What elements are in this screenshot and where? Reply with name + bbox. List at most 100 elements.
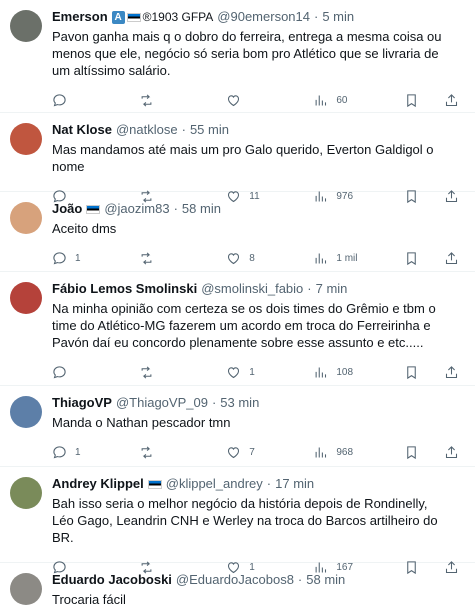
flag-estonia-icon [86, 204, 101, 214]
tweet[interactable]: Andrey Klippel @klippel_andrey · 17 min … [0, 467, 475, 574]
timestamp[interactable]: 5 min [322, 8, 354, 26]
timestamp[interactable]: 53 min [220, 394, 259, 412]
avatar[interactable] [10, 477, 42, 509]
retweet-button[interactable] [139, 93, 226, 108]
share-icon [446, 93, 458, 106]
tweet-text: Bah isso seria o melhor negócio da histó… [52, 496, 438, 545]
tweet-text: Pavon ganha mais q o dobro do ferreira, … [52, 29, 442, 78]
timestamp[interactable]: 58 min [306, 571, 345, 589]
reply-button[interactable]: 1 [52, 251, 139, 266]
views-chart-icon [315, 253, 327, 263]
display-name[interactable]: Emerson [52, 8, 108, 26]
views-chart-icon [315, 447, 327, 457]
bookmark-button[interactable] [404, 93, 444, 108]
tweet[interactable]: Fábio Lemos Smolinski @smolinski_fabio ·… [0, 272, 475, 386]
bookmark-button[interactable] [404, 251, 444, 266]
handle[interactable]: @90emerson14 [217, 8, 310, 26]
separator-dot: · [266, 476, 272, 491]
retweet-icon [141, 365, 152, 379]
handle[interactable]: @EduardoJacobos8 [176, 571, 294, 589]
avatar[interactable] [10, 396, 42, 428]
flag-estonia-icon [147, 479, 162, 489]
action-bar: 60 [52, 83, 463, 117]
separator-dot: · [181, 122, 186, 137]
bookmark-icon [407, 251, 417, 265]
display-name[interactable]: Eduardo Jacoboski [52, 571, 172, 589]
handle[interactable]: @klippel_andrey [166, 475, 263, 493]
name-badges: A ®1903 GFPA [111, 8, 214, 26]
retweet-button[interactable] [139, 445, 226, 460]
display-name[interactable]: ThiagoVP [52, 394, 112, 412]
views-chart-icon [315, 367, 327, 377]
retweet-icon [141, 445, 152, 459]
tweet[interactable]: ThiagoVP @ThiagoVP_09 · 53 min Manda o N… [0, 386, 475, 467]
tweet-text: Aceito dms [52, 221, 117, 236]
handle[interactable]: @ThiagoVP_09 [116, 394, 208, 412]
heart-icon [228, 94, 240, 106]
avatar[interactable] [10, 282, 42, 314]
retweet-button[interactable] [139, 365, 226, 380]
display-name[interactable]: Andrey Klippel [52, 475, 144, 493]
avatar[interactable] [10, 573, 42, 605]
handle[interactable]: @smolinski_fabio [201, 280, 303, 298]
share-icon [446, 251, 458, 264]
avatar[interactable] [10, 123, 42, 155]
tweet-text: Na minha opinião com certeza se os dois … [52, 301, 436, 350]
separator-dot: · [173, 201, 178, 216]
display-name[interactable]: João [52, 200, 82, 218]
like-button[interactable]: 7 [226, 445, 313, 460]
views-button[interactable]: 968 [313, 445, 404, 460]
name-badges [86, 204, 101, 214]
bookmark-icon [407, 365, 417, 379]
views-chart-icon [315, 95, 327, 105]
share-button[interactable] [444, 365, 463, 380]
share-button[interactable] [444, 445, 463, 460]
bookmark-button[interactable] [404, 365, 444, 380]
tweet[interactable]: João @jaozim83 · 58 min Aceito dms 1 8 1… [0, 192, 475, 272]
share-button[interactable] [444, 251, 463, 266]
bookmark-icon [407, 445, 417, 459]
reply-button[interactable]: 1 [52, 445, 139, 460]
timestamp[interactable]: 17 min [275, 475, 314, 493]
reply-button[interactable] [52, 93, 139, 108]
like-button[interactable] [226, 93, 313, 108]
name-badges [147, 479, 162, 489]
flag-estonia-icon [126, 12, 141, 22]
separator-dot: · [307, 281, 312, 296]
tweet-text: Mas mandamos até mais um pro Galo querid… [52, 142, 434, 174]
reply-icon [53, 93, 66, 106]
display-name[interactable]: Nat Klose [52, 121, 112, 139]
badge-text: ®1903 GFPA [142, 10, 214, 24]
like-button[interactable]: 1 [226, 365, 313, 380]
display-name[interactable]: Fábio Lemos Smolinski [52, 280, 197, 298]
separator-dot: · [314, 9, 319, 24]
separator-dot: · [297, 572, 303, 587]
tweet-text: Manda o Nathan pescador tmn [52, 415, 231, 430]
reply-icon [53, 445, 66, 458]
retweet-icon [141, 93, 152, 107]
share-icon [446, 365, 458, 378]
timestamp[interactable]: 58 min [182, 200, 221, 218]
share-icon [446, 445, 458, 458]
views-button[interactable]: 1 mil [313, 251, 404, 266]
avatar[interactable] [10, 10, 42, 42]
tweet-text: Trocaria fácil [52, 592, 126, 605]
views-button[interactable]: 108 [313, 365, 404, 380]
tweet[interactable]: Emerson A ®1903 GFPA @90emerson14 · 5 mi… [0, 0, 475, 113]
handle[interactable]: @jaozim83 [104, 200, 169, 218]
action-bar: 1 7 968 [52, 435, 463, 469]
timestamp[interactable]: 55 min [190, 121, 229, 139]
retweet-button[interactable] [139, 251, 226, 266]
views-button[interactable]: 60 [313, 93, 404, 108]
bookmark-button[interactable] [404, 445, 444, 460]
retweet-icon [141, 251, 152, 265]
avatar[interactable] [10, 202, 42, 234]
tweet[interactable]: Nat Klose @natklose · 55 min Mas mandamo… [0, 113, 475, 203]
like-button[interactable]: 8 [226, 251, 313, 266]
tweet[interactable]: Eduardo Jacoboski @EduardoJacobos8 · 58 … [0, 563, 475, 605]
handle[interactable]: @natklose [116, 121, 178, 139]
timestamp[interactable]: 7 min [316, 280, 348, 298]
share-button[interactable] [444, 93, 463, 108]
reply-button[interactable] [52, 365, 139, 380]
action-bar: 1 8 1 mil [52, 241, 463, 275]
